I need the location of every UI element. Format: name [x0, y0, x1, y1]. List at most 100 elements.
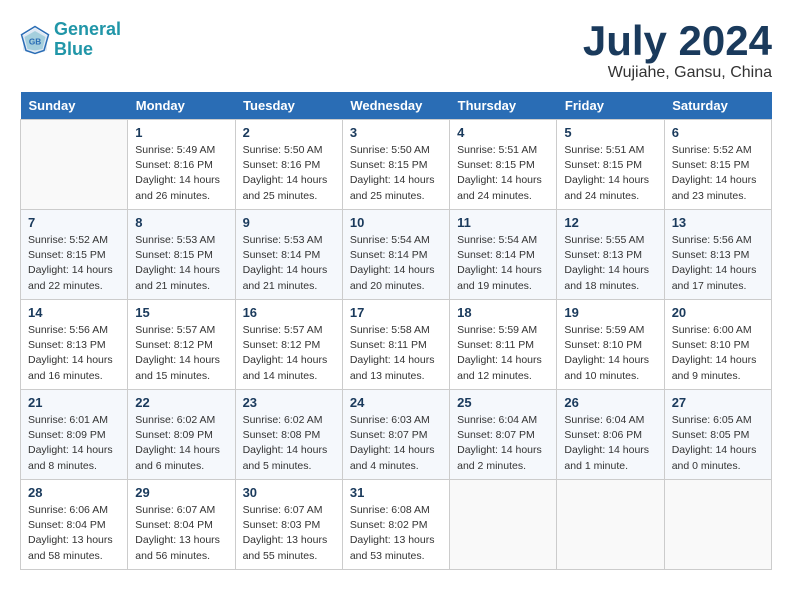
day-info: Sunrise: 5:57 AMSunset: 8:12 PMDaylight:…	[243, 323, 335, 384]
day-number: 26	[564, 395, 656, 410]
day-number: 14	[28, 305, 120, 320]
calendar-cell: 21 Sunrise: 6:01 AMSunset: 8:09 PMDayligh…	[21, 390, 128, 480]
day-number: 22	[135, 395, 227, 410]
day-info: Sunrise: 6:07 AMSunset: 8:04 PMDaylight:…	[135, 503, 227, 564]
day-number: 2	[243, 125, 335, 140]
calendar-cell: 9 Sunrise: 5:53 AMSunset: 8:14 PMDaylight…	[235, 210, 342, 300]
day-number: 12	[564, 215, 656, 230]
day-info: Sunrise: 5:54 AMSunset: 8:14 PMDaylight:…	[350, 233, 442, 294]
day-info: Sunrise: 6:00 AMSunset: 8:10 PMDaylight:…	[672, 323, 764, 384]
calendar-cell: 15 Sunrise: 5:57 AMSunset: 8:12 PMDayligh…	[128, 300, 235, 390]
day-info: Sunrise: 5:53 AMSunset: 8:14 PMDaylight:…	[243, 233, 335, 294]
day-number: 13	[672, 215, 764, 230]
day-number: 6	[672, 125, 764, 140]
calendar-cell: 16Sunrise: 5:57 AMSunset: 8:12 PMDayligh…	[235, 300, 342, 390]
calendar-cell: 10Sunrise: 5:54 AMSunset: 8:14 PMDayligh…	[342, 210, 449, 300]
weekday-header-sunday: Sunday	[21, 92, 128, 120]
weekday-header-saturday: Saturday	[664, 92, 771, 120]
day-info: Sunrise: 5:59 AMSunset: 8:10 PMDaylight:…	[564, 323, 656, 384]
day-number: 17	[350, 305, 442, 320]
day-info: Sunrise: 6:03 AMSunset: 8:07 PMDaylight:…	[350, 413, 442, 474]
month-title: July 2024	[583, 20, 772, 62]
day-number: 21	[28, 395, 120, 410]
day-info: Sunrise: 5:49 AMSunset: 8:16 PMDaylight:…	[135, 143, 227, 204]
day-number: 8	[135, 215, 227, 230]
week-row-1: 1 Sunrise: 5:49 AMSunset: 8:16 PMDaylight…	[21, 120, 772, 210]
calendar-cell: 24 Sunrise: 6:03 AMSunset: 8:07 PMDayligh…	[342, 390, 449, 480]
calendar-cell: 20 Sunrise: 6:00 AMSunset: 8:10 PMDayligh…	[664, 300, 771, 390]
week-row-5: 28Sunrise: 6:06 AMSunset: 8:04 PMDayligh…	[21, 480, 772, 570]
day-info: Sunrise: 5:50 AMSunset: 8:15 PMDaylight:…	[350, 143, 442, 204]
day-info: Sunrise: 5:52 AMSunset: 8:15 PMDaylight:…	[672, 143, 764, 204]
day-info: Sunrise: 5:57 AMSunset: 8:12 PMDaylight:…	[135, 323, 227, 384]
calendar-cell: 7Sunrise: 5:52 AMSunset: 8:15 PMDaylight…	[21, 210, 128, 300]
day-info: Sunrise: 6:08 AMSunset: 8:02 PMDaylight:…	[350, 503, 442, 564]
day-number: 20	[672, 305, 764, 320]
calendar-cell	[664, 480, 771, 570]
day-info: Sunrise: 5:51 AMSunset: 8:15 PMDaylight:…	[564, 143, 656, 204]
day-info: Sunrise: 5:54 AMSunset: 8:14 PMDaylight:…	[457, 233, 549, 294]
calendar-cell: 12 Sunrise: 5:55 AMSunset: 8:13 PMDayligh…	[557, 210, 664, 300]
day-number: 18	[457, 305, 549, 320]
day-info: Sunrise: 6:04 AMSunset: 8:06 PMDaylight:…	[564, 413, 656, 474]
day-info: Sunrise: 5:59 AMSunset: 8:11 PMDaylight:…	[457, 323, 549, 384]
day-info: Sunrise: 5:53 AMSunset: 8:15 PMDaylight:…	[135, 233, 227, 294]
weekday-header-friday: Friday	[557, 92, 664, 120]
location: Wujiahe, Gansu, China	[583, 64, 772, 82]
day-number: 3	[350, 125, 442, 140]
day-info: Sunrise: 5:50 AMSunset: 8:16 PMDaylight:…	[243, 143, 335, 204]
logo-line2: Blue	[54, 39, 93, 59]
day-number: 23	[243, 395, 335, 410]
calendar-cell: 26 Sunrise: 6:04 AMSunset: 8:06 PMDayligh…	[557, 390, 664, 480]
day-info: Sunrise: 6:02 AMSunset: 8:08 PMDaylight:…	[243, 413, 335, 474]
calendar-cell: 30Sunrise: 6:07 AMSunset: 8:03 PMDayligh…	[235, 480, 342, 570]
calendar-cell: 23 Sunrise: 6:02 AMSunset: 8:08 PMDayligh…	[235, 390, 342, 480]
calendar-cell: 19 Sunrise: 5:59 AMSunset: 8:10 PMDayligh…	[557, 300, 664, 390]
day-info: Sunrise: 6:05 AMSunset: 8:05 PMDaylight:…	[672, 413, 764, 474]
calendar-cell: 25 Sunrise: 6:04 AMSunset: 8:07 PMDayligh…	[450, 390, 557, 480]
calendar-cell: 22 Sunrise: 6:02 AMSunset: 8:09 PMDayligh…	[128, 390, 235, 480]
calendar-cell: 29 Sunrise: 6:07 AMSunset: 8:04 PMDayligh…	[128, 480, 235, 570]
day-number: 15	[135, 305, 227, 320]
day-number: 5	[564, 125, 656, 140]
day-number: 31	[350, 485, 442, 500]
day-number: 9	[243, 215, 335, 230]
calendar-cell: 13 Sunrise: 5:56 AMSunset: 8:13 PMDayligh…	[664, 210, 771, 300]
week-row-2: 7Sunrise: 5:52 AMSunset: 8:15 PMDaylight…	[21, 210, 772, 300]
day-info: Sunrise: 6:04 AMSunset: 8:07 PMDaylight:…	[457, 413, 549, 474]
logo-icon: GB	[20, 25, 50, 55]
day-number: 27	[672, 395, 764, 410]
day-number: 25	[457, 395, 549, 410]
calendar-cell: 14Sunrise: 5:56 AMSunset: 8:13 PMDayligh…	[21, 300, 128, 390]
day-number: 29	[135, 485, 227, 500]
title-block: July 2024 Wujiahe, Gansu, China	[583, 20, 772, 82]
calendar-cell	[21, 120, 128, 210]
calendar-cell	[557, 480, 664, 570]
day-number: 1	[135, 125, 227, 140]
calendar-cell: 8 Sunrise: 5:53 AMSunset: 8:15 PMDaylight…	[128, 210, 235, 300]
svg-text:GB: GB	[29, 37, 41, 46]
page-header: GB General Blue July 2024 Wujiahe, Gansu…	[20, 20, 772, 82]
calendar-cell: 5 Sunrise: 5:51 AMSunset: 8:15 PMDaylight…	[557, 120, 664, 210]
day-number: 11	[457, 215, 549, 230]
calendar-cell: 3 Sunrise: 5:50 AMSunset: 8:15 PMDaylight…	[342, 120, 449, 210]
week-row-3: 14Sunrise: 5:56 AMSunset: 8:13 PMDayligh…	[21, 300, 772, 390]
calendar-cell: 17 Sunrise: 5:58 AMSunset: 8:11 PMDayligh…	[342, 300, 449, 390]
day-info: Sunrise: 5:58 AMSunset: 8:11 PMDaylight:…	[350, 323, 442, 384]
day-info: Sunrise: 5:55 AMSunset: 8:13 PMDaylight:…	[564, 233, 656, 294]
calendar-cell: 28Sunrise: 6:06 AMSunset: 8:04 PMDayligh…	[21, 480, 128, 570]
day-info: Sunrise: 5:52 AMSunset: 8:15 PMDaylight:…	[28, 233, 120, 294]
weekday-header-row: SundayMondayTuesdayWednesdayThursdayFrid…	[21, 92, 772, 120]
day-number: 19	[564, 305, 656, 320]
day-info: Sunrise: 6:01 AMSunset: 8:09 PMDaylight:…	[28, 413, 120, 474]
day-info: Sunrise: 5:56 AMSunset: 8:13 PMDaylight:…	[672, 233, 764, 294]
day-info: Sunrise: 6:06 AMSunset: 8:04 PMDaylight:…	[28, 503, 120, 564]
day-info: Sunrise: 6:02 AMSunset: 8:09 PMDaylight:…	[135, 413, 227, 474]
day-number: 24	[350, 395, 442, 410]
weekday-header-thursday: Thursday	[450, 92, 557, 120]
logo-text: General Blue	[54, 20, 121, 60]
weekday-header-tuesday: Tuesday	[235, 92, 342, 120]
day-number: 4	[457, 125, 549, 140]
calendar-cell: 6 Sunrise: 5:52 AMSunset: 8:15 PMDaylight…	[664, 120, 771, 210]
calendar-cell: 4Sunrise: 5:51 AMSunset: 8:15 PMDaylight…	[450, 120, 557, 210]
